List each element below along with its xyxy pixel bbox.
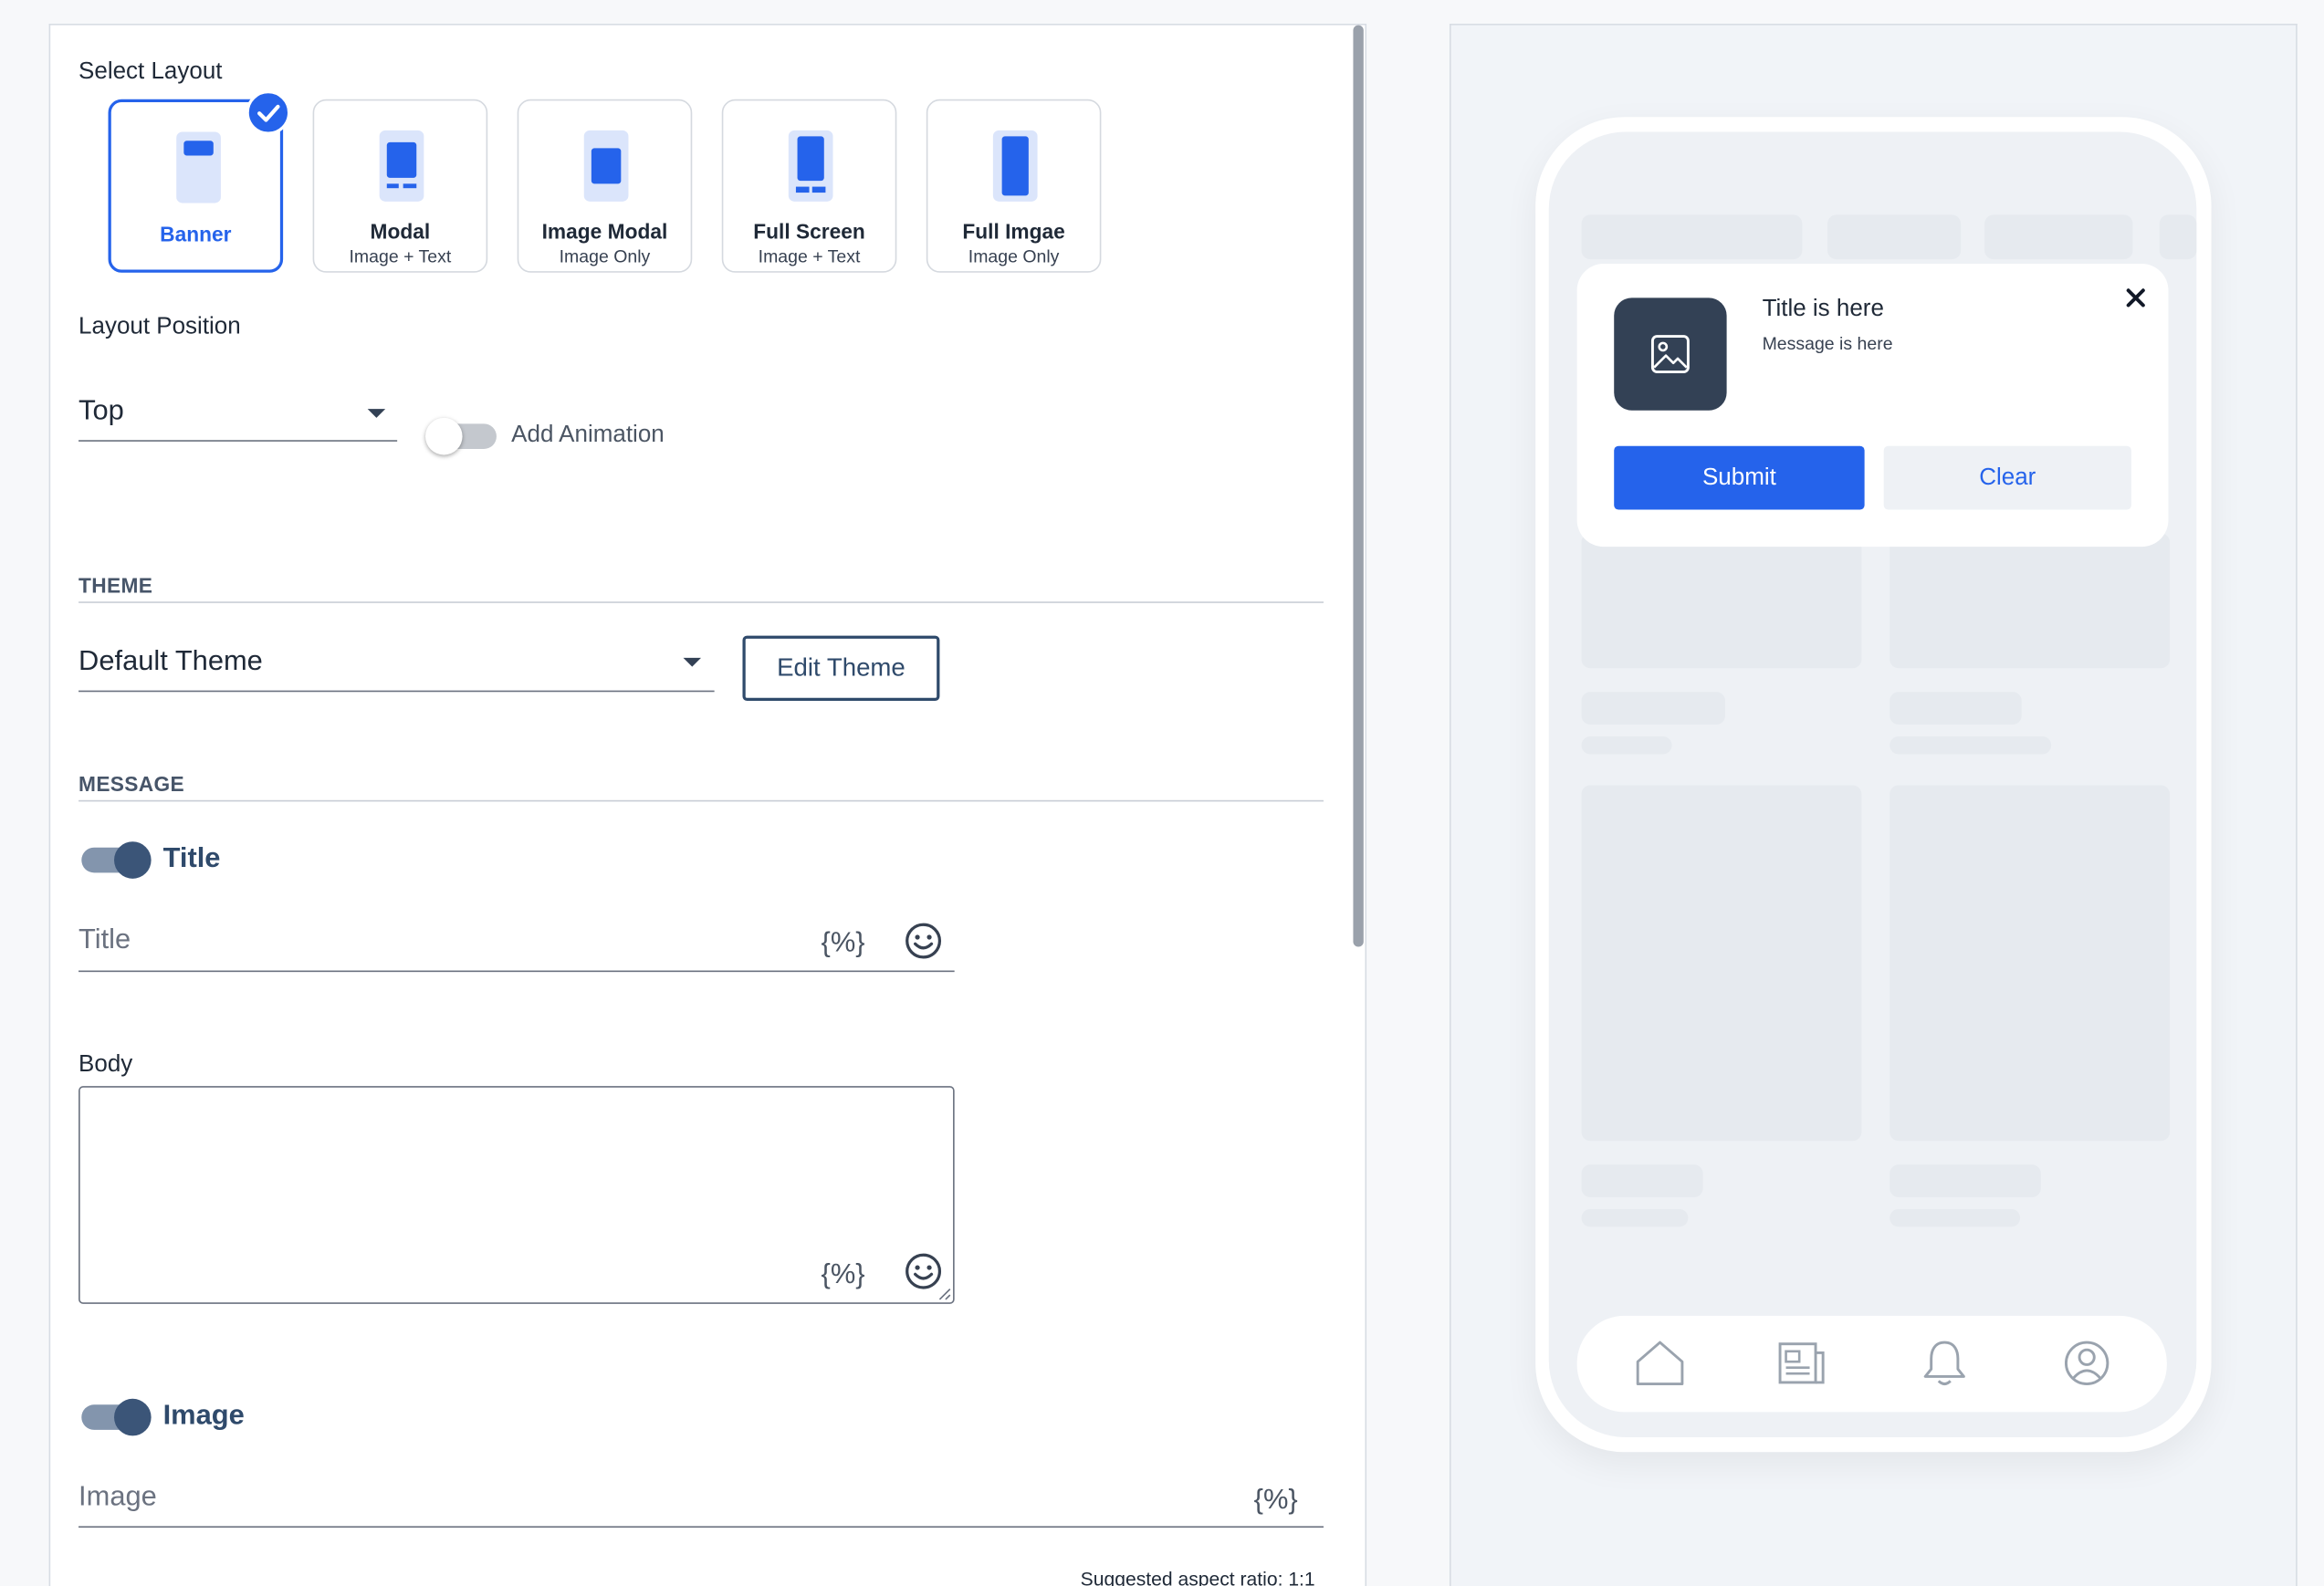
emoji-icon[interactable] bbox=[904, 1252, 942, 1290]
message-divider bbox=[79, 799, 1324, 802]
image-placeholder: Image bbox=[79, 1481, 157, 1513]
add-animation-label: Add Animation bbox=[511, 422, 665, 448]
banner-title: Title is here bbox=[1762, 296, 1884, 322]
chevron-down-icon bbox=[367, 409, 386, 418]
title-toggle-label: Title bbox=[162, 842, 221, 874]
title-placeholder: Title bbox=[79, 924, 131, 956]
select-layout-label: Select Layout bbox=[79, 58, 223, 85]
skeleton-block bbox=[1581, 214, 1803, 260]
skeleton-block bbox=[1890, 692, 2022, 725]
app-root: Select Layout Banner Modal Image + Text … bbox=[0, 0, 2324, 1586]
modal-thumb-icon bbox=[379, 130, 424, 202]
news-icon[interactable] bbox=[1777, 1338, 1827, 1388]
body-label: Body bbox=[79, 1051, 133, 1078]
title-toggle-knob bbox=[114, 841, 152, 879]
layout-position-label: Layout Position bbox=[79, 314, 241, 339]
insert-variable-icon[interactable]: {%} bbox=[1254, 1485, 1298, 1518]
skeleton-block bbox=[1890, 736, 2052, 755]
skeleton-block bbox=[1890, 785, 2171, 1142]
layout-card-title: Full Screen bbox=[753, 219, 865, 244]
image-toggle-knob bbox=[114, 1398, 152, 1436]
aspect-ratio-hint: Suggested aspect ratio: 1:1 bbox=[1080, 1567, 1315, 1586]
layout-card-title: Image Modal bbox=[541, 219, 668, 244]
layout-card-title: Modal bbox=[370, 219, 431, 244]
layout-position-value: Top bbox=[79, 395, 124, 427]
submit-button[interactable]: Submit bbox=[1614, 445, 1865, 510]
image-modal-thumb-icon bbox=[583, 130, 629, 202]
skeleton-block bbox=[1581, 1164, 1703, 1197]
full-screen-thumb-icon bbox=[788, 130, 833, 202]
close-icon[interactable] bbox=[2124, 286, 2148, 309]
skeleton-block bbox=[1581, 1208, 1689, 1227]
skeleton-block bbox=[1581, 533, 1862, 669]
image-input[interactable] bbox=[79, 1468, 1324, 1529]
emoji-icon[interactable] bbox=[904, 922, 942, 960]
edit-theme-button[interactable]: Edit Theme bbox=[742, 635, 940, 702]
skeleton-block bbox=[2159, 214, 2197, 260]
editor-scrollbar[interactable] bbox=[1353, 25, 1364, 947]
insert-variable-icon[interactable]: {%} bbox=[822, 1259, 865, 1292]
skeleton-block bbox=[1890, 1208, 2021, 1227]
layout-card-subtitle: Image Only bbox=[559, 245, 651, 267]
layout-card-title: Full Imgae bbox=[962, 219, 1065, 244]
theme-section-heading: THEME bbox=[79, 573, 153, 598]
theme-value: Default Theme bbox=[79, 645, 263, 678]
profile-icon[interactable] bbox=[2062, 1338, 2112, 1388]
selected-check-icon bbox=[246, 90, 291, 135]
skeleton-block bbox=[1984, 214, 2133, 260]
skeleton-block bbox=[1581, 692, 1725, 725]
layout-card-full-screen[interactable]: Full Screen Image + Text bbox=[721, 99, 897, 273]
add-animation-toggle-knob bbox=[425, 417, 463, 455]
layout-card-full-image[interactable]: Full Imgae Image Only bbox=[926, 99, 1102, 273]
skeleton-block bbox=[1827, 214, 1962, 260]
image-placeholder-icon bbox=[1650, 335, 1690, 374]
layout-position-select[interactable] bbox=[79, 388, 398, 442]
layout-card-modal[interactable]: Modal Image + Text bbox=[312, 99, 488, 273]
banner-image bbox=[1614, 297, 1727, 411]
clear-button[interactable]: Clear bbox=[1883, 445, 2131, 510]
message-section-heading: MESSAGE bbox=[79, 771, 185, 796]
banner-thumb-icon bbox=[176, 131, 221, 203]
bell-icon[interactable] bbox=[1920, 1338, 1970, 1388]
theme-divider bbox=[79, 601, 1324, 603]
home-icon[interactable] bbox=[1635, 1338, 1685, 1388]
insert-variable-icon[interactable]: {%} bbox=[822, 927, 865, 960]
full-image-thumb-icon bbox=[992, 130, 1038, 202]
image-toggle-label: Image bbox=[162, 1400, 245, 1432]
banner-message: Message is here bbox=[1762, 333, 1893, 355]
layout-card-image-modal[interactable]: Image Modal Image Only bbox=[517, 99, 693, 273]
layout-card-subtitle: Image + Text bbox=[349, 245, 452, 267]
skeleton-block bbox=[1890, 1164, 2041, 1197]
skeleton-block bbox=[1890, 533, 2171, 669]
chevron-down-icon bbox=[683, 657, 702, 667]
skeleton-block bbox=[1581, 785, 1862, 1142]
layout-card-title: Banner bbox=[160, 222, 232, 246]
skeleton-block bbox=[1581, 736, 1672, 755]
layout-card-subtitle: Image + Text bbox=[758, 245, 861, 267]
layout-card-subtitle: Image Only bbox=[968, 245, 1060, 267]
